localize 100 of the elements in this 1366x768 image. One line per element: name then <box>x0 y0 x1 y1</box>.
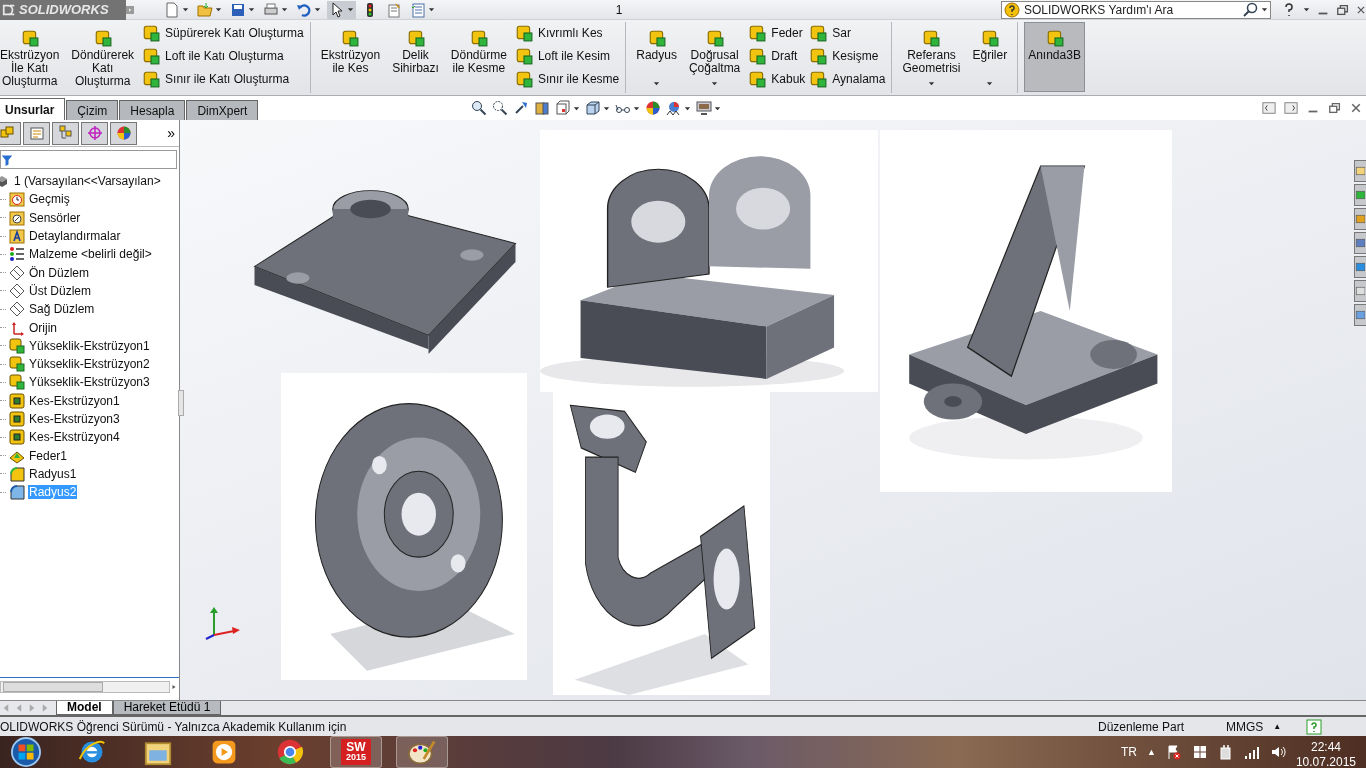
clock[interactable]: 22:44 10.07.2015 <box>1295 734 1356 768</box>
tree-item[interactable]: Kes-Ekstrüzyon3 <box>28 412 121 426</box>
task-pane-tab[interactable] <box>1354 160 1366 182</box>
tree-item[interactable]: Yükseklik-Ekstrüzyon1 <box>28 338 151 353</box>
tree-item[interactable]: Malzeme <belirli değil> <box>28 247 153 262</box>
taskbar-button[interactable]: SW 2015 <box>330 736 382 768</box>
ribbon-button[interactable]: Ekstrüzyon İle Katı Oluşturma <box>0 22 64 92</box>
signal-bars-icon[interactable] <box>1243 744 1260 760</box>
ribbon-button[interactable]: Referans Geometrisi <box>898 22 965 92</box>
zoom-to-fit-button[interactable] <box>471 100 487 116</box>
task-pane-tab[interactable] <box>1354 184 1366 206</box>
model-tab[interactable]: Hareket Etüdü 1 <box>112 701 222 715</box>
tile-right-icon[interactable] <box>1284 101 1298 115</box>
feature-tree-tab-icon <box>0 125 16 141</box>
power-plug-icon[interactable] <box>1217 744 1234 760</box>
ribbon-button[interactable]: Sar <box>809 24 886 42</box>
feature-icon <box>20 29 39 47</box>
home-tab-icon <box>1355 164 1365 178</box>
horizontal-scrollbar[interactable] <box>0 681 170 693</box>
ribbon-button[interactable]: Sınır ile Katı Oluşturma <box>142 70 304 88</box>
previous-view-button[interactable] <box>513 100 529 116</box>
caret-icon <box>653 80 661 87</box>
scene-button[interactable] <box>666 100 691 116</box>
tree-item[interactable]: Yükseklik-Ekstrüzyon3 <box>28 375 151 390</box>
restore-icon[interactable] <box>1336 2 1350 17</box>
tree-item[interactable]: Kes-Ekstrüzyon1 <box>28 393 121 408</box>
open-folder-button[interactable] <box>195 0 224 19</box>
task-pane-tab[interactable] <box>1354 256 1366 278</box>
ribbon-button[interactable]: Radyus <box>632 22 681 92</box>
tree-item[interactable]: Detaylandırmalar <box>28 229 122 244</box>
pointer-button[interactable] <box>327 0 356 19</box>
ribbon-button[interactable]: Döndürerek Katı Oluşturma <box>67 22 139 92</box>
volume-icon[interactable] <box>1269 744 1286 760</box>
tree-item[interactable]: Feder1 <box>28 448 69 463</box>
tree-item[interactable]: 1 (Varsayılan<<Varsayılan> <box>13 174 162 189</box>
task-pane-tab[interactable] <box>1354 232 1366 254</box>
panel-collapse-handle[interactable] <box>178 390 184 416</box>
view-orientation-button[interactable] <box>555 100 580 116</box>
command-tab[interactable]: Çizim <box>66 100 119 120</box>
monitor-button[interactable] <box>696 100 721 116</box>
tree-item[interactable]: Orijin <box>28 320 58 335</box>
ribbon-button[interactable]: Feder <box>748 24 806 42</box>
command-tab[interactable]: DimXpert <box>186 100 259 120</box>
search-icon[interactable] <box>1243 1 1259 18</box>
close-icon[interactable] <box>1350 101 1362 115</box>
fillet-icon <box>9 465 25 482</box>
panel-tab[interactable] <box>23 121 50 145</box>
ribbon-button[interactable]: Süpürerek Katı Oluşturma <box>142 24 304 42</box>
command-tab[interactable]: Unsurlar <box>0 98 66 120</box>
ribbon-button[interactable]: Döndürme ile Kesme <box>446 22 511 92</box>
tree-item[interactable]: Ön Düzlem <box>28 265 91 280</box>
tree-item[interactable]: Üst Düzlem <box>28 283 92 298</box>
search-field[interactable]: SOLIDWORKS Yardım'ı Ara <box>1001 0 1271 19</box>
section-view-button[interactable] <box>534 100 550 116</box>
units-label[interactable]: MMGS <box>1226 719 1264 734</box>
task-pane-tab[interactable] <box>1354 280 1366 302</box>
ribbon-button[interactable]: Kıvrımlı Kes <box>514 24 620 42</box>
cut-icon <box>9 392 25 409</box>
more-tabs-button[interactable]: » <box>163 125 179 141</box>
panel-tab[interactable] <box>110 121 137 145</box>
tree-item[interactable]: Kes-Ekstrüzyon4 <box>28 430 121 445</box>
command-tab[interactable]: Hesapla <box>119 100 186 120</box>
panel-tab[interactable] <box>81 121 108 145</box>
tree-item[interactable]: Radyus1 <box>28 466 78 481</box>
panel-tab[interactable] <box>0 121 21 145</box>
ribbon-button[interactable]: Aynalama <box>809 70 886 88</box>
filter-field[interactable] <box>0 150 177 169</box>
appearance-button[interactable] <box>645 100 661 116</box>
panel-tab[interactable] <box>52 121 79 145</box>
model-tab[interactable]: Model <box>56 701 113 715</box>
ribbon-button[interactable]: Delik Sihirbazı <box>388 22 443 92</box>
language-indicator[interactable]: TR <box>1121 745 1137 759</box>
restore-icon[interactable] <box>1328 101 1342 115</box>
zoom-to-fit-icon <box>471 100 487 116</box>
tree-item[interactable]: Yükseklik-Ekstrüzyon2 <box>28 357 151 372</box>
task-pane-tab[interactable] <box>1354 208 1366 230</box>
ribbon-button[interactable]: Kesişme <box>809 47 886 65</box>
units-menu-arrow[interactable]: ▲ <box>1273 722 1282 731</box>
tree-item[interactable]: Sağ Düzlem <box>28 302 96 317</box>
tree-item[interactable]: Sensörler <box>28 210 82 225</box>
feature-icon <box>809 70 828 88</box>
tile-left-icon[interactable] <box>1262 101 1276 115</box>
status-message: OLIDWORKS Öğrenci Sürümü - Yalnızca Akademik Kullanım için <box>0 719 348 734</box>
task-pane-tab[interactable] <box>1354 304 1366 326</box>
ribbon-button[interactable]: Loft ile Katı Oluşturma <box>142 47 304 65</box>
show-hidden-icons-button[interactable]: ▲ <box>1147 747 1156 757</box>
flag-error-icon[interactable] <box>1165 744 1182 760</box>
ribbon-button[interactable]: Kabuk <box>748 70 806 88</box>
zoom-area-button[interactable] <box>492 100 508 116</box>
ribbon-button[interactable]: Draft <box>748 47 806 65</box>
ribbon-button[interactable]: Eğriler <box>968 22 1012 92</box>
ribbon-button[interactable]: Sınır ile Kesme <box>514 70 620 88</box>
display-style-button[interactable] <box>585 100 610 116</box>
caret-icon <box>986 80 994 87</box>
ribbon-button[interactable]: Ekstrüzyon ile Kes <box>316 22 385 92</box>
ribbon-button[interactable]: Doğrusal Çoğaltma <box>684 22 745 92</box>
ribbon-button[interactable]: Loft ile Kesim <box>514 47 620 65</box>
windows-icon[interactable] <box>1191 744 1208 760</box>
tree-item[interactable]: Geçmiş <box>28 192 71 207</box>
ribbon-button[interactable]: Anında3B <box>1024 22 1085 92</box>
